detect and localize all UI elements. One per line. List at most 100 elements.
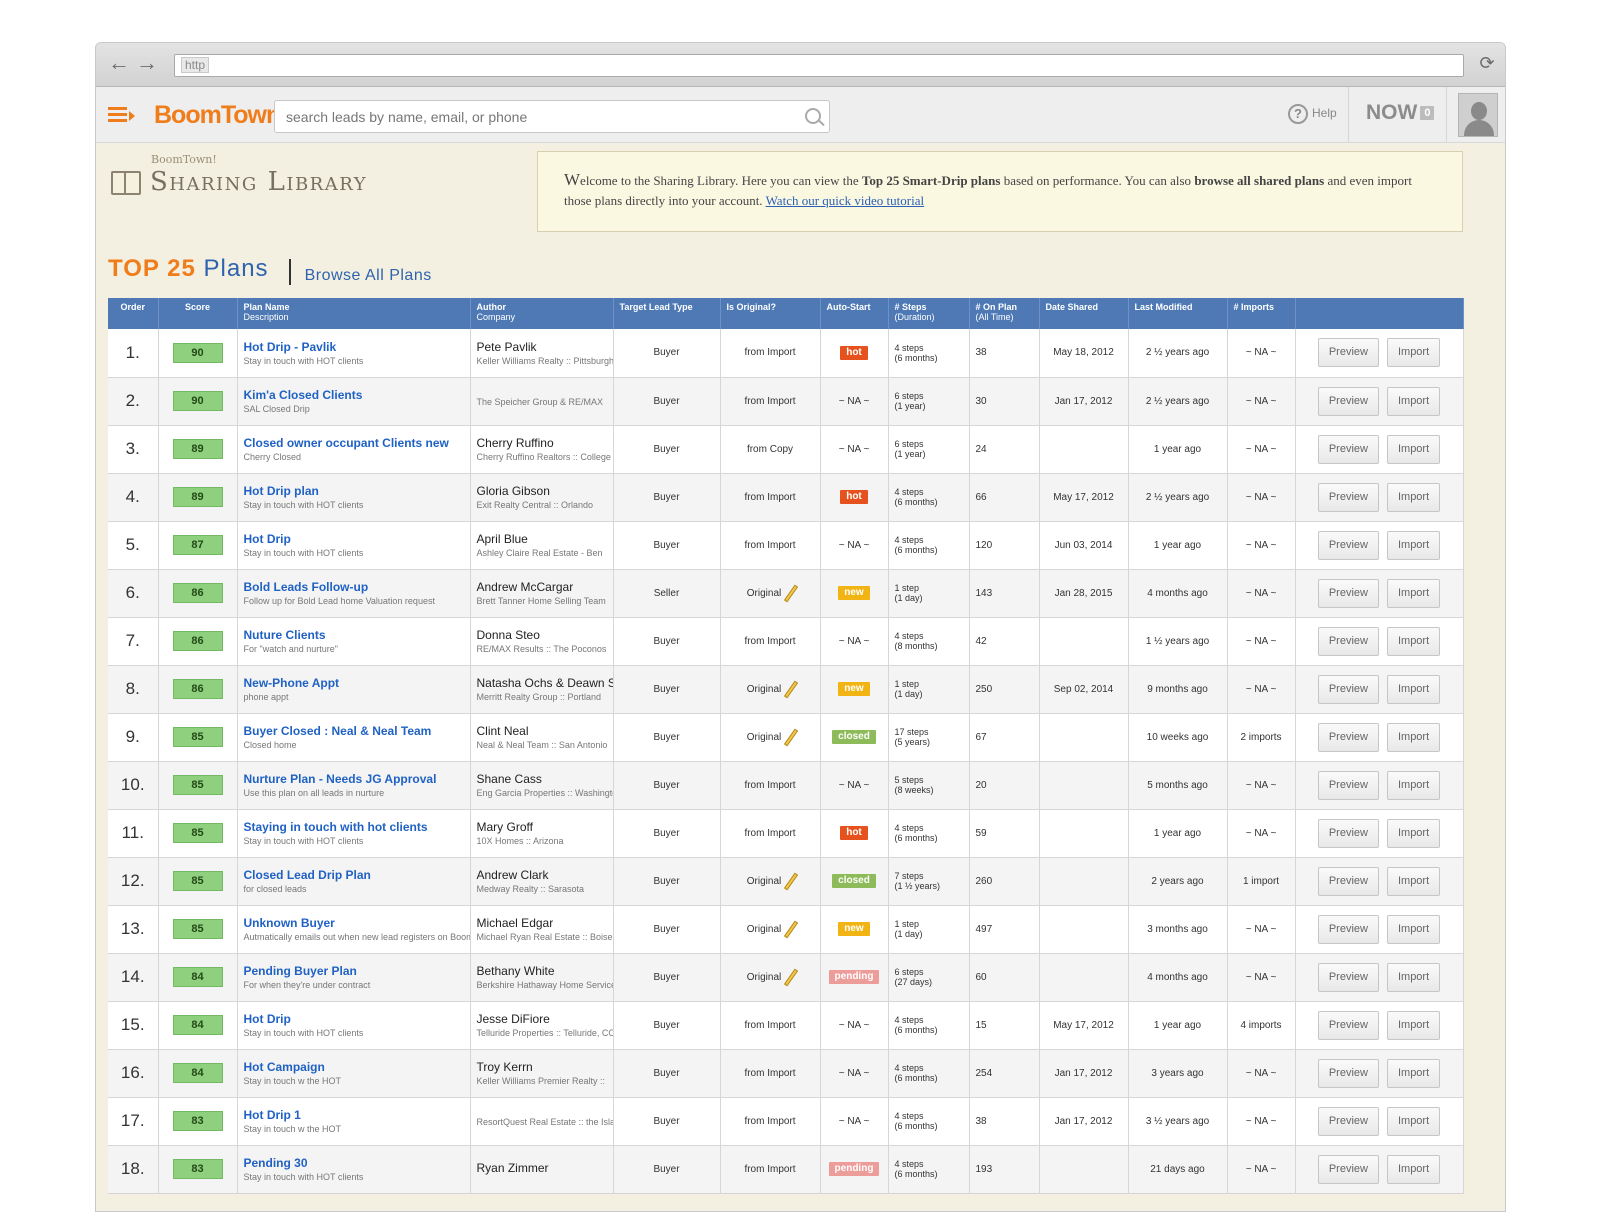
now-button[interactable]: NOW 0 xyxy=(1366,101,1435,125)
original-cell: from Import xyxy=(720,617,821,666)
plan-name-link[interactable]: Hot Campaign xyxy=(244,1060,464,1074)
steps-duration: (1 ½ years) xyxy=(894,881,941,891)
autostart-cell: ~ NA ~ xyxy=(820,377,889,426)
import-button[interactable]: Import xyxy=(1386,722,1441,752)
preview-button[interactable]: Preview xyxy=(1317,530,1379,560)
import-button[interactable]: Import xyxy=(1386,530,1441,560)
plan-name-link[interactable]: Closed Lead Drip Plan xyxy=(244,868,464,882)
preview-button[interactable]: Preview xyxy=(1317,818,1379,848)
plan-cell: Pending 30 Stay in touch with HOT clients xyxy=(237,1145,471,1194)
plan-name-link[interactable]: Pending 30 xyxy=(244,1156,464,1170)
header-company-label: Company xyxy=(476,312,516,322)
imports-cell: ~ NA ~ xyxy=(1227,329,1296,378)
preview-button[interactable]: Preview xyxy=(1317,1058,1379,1088)
preview-button[interactable]: Preview xyxy=(1317,1154,1379,1184)
preview-button[interactable]: Preview xyxy=(1317,482,1379,512)
header-plan-name[interactable]: Plan Name Description xyxy=(237,298,471,329)
header-last-modified[interactable]: Last Modified xyxy=(1128,298,1228,329)
onplan-cell: 15 xyxy=(969,1001,1040,1050)
preview-button[interactable]: Preview xyxy=(1317,962,1379,992)
plan-name-link[interactable]: Kim'a Closed Clients xyxy=(244,388,464,402)
plan-name-link[interactable]: Staying in touch with hot clients xyxy=(244,820,464,834)
onplan-cell: 143 xyxy=(969,569,1040,618)
preview-button[interactable]: Preview xyxy=(1317,1010,1379,1040)
plan-cell: Unknown Buyer Autmatically emails out whe… xyxy=(237,905,471,954)
back-arrow-icon[interactable]: ← xyxy=(108,52,130,75)
imports-cell: 1 import xyxy=(1227,857,1296,906)
tab-top25[interactable]: TOP 25 Plans xyxy=(108,255,269,282)
preview-button[interactable]: Preview xyxy=(1317,578,1379,608)
plan-name-link[interactable]: Unknown Buyer xyxy=(244,916,464,930)
preview-button[interactable]: Preview xyxy=(1317,674,1379,704)
header-target[interactable]: Target Lead Type xyxy=(613,298,721,329)
import-button[interactable]: Import xyxy=(1386,1058,1441,1088)
plan-name-link[interactable]: Buyer Closed : Neal & Neal Team xyxy=(244,724,464,738)
forward-arrow-icon[interactable]: → xyxy=(136,52,158,75)
boomtown-logo[interactable]: BoomTown! xyxy=(154,101,289,130)
pencil-icon xyxy=(784,728,799,746)
preview-button[interactable]: Preview xyxy=(1317,770,1379,800)
import-button[interactable]: Import xyxy=(1386,1154,1441,1184)
import-button[interactable]: Import xyxy=(1386,386,1441,416)
onplan-cell: 30 xyxy=(969,377,1040,426)
menu-toggle-icon[interactable] xyxy=(108,107,136,125)
import-button[interactable]: Import xyxy=(1386,674,1441,704)
preview-button[interactable]: Preview xyxy=(1317,722,1379,752)
autostart-badge: new xyxy=(838,922,870,936)
autostart-cell: closed xyxy=(820,713,889,762)
avatar[interactable] xyxy=(1458,93,1498,137)
video-tutorial-link[interactable]: Watch our quick video tutorial xyxy=(766,193,925,208)
address-bar[interactable]: http xyxy=(174,54,1464,77)
autostart-cell: ~ NA ~ xyxy=(820,761,889,810)
plan-name-link[interactable]: Bold Leads Follow-up xyxy=(244,580,464,594)
plan-name-link[interactable]: Nuture Clients xyxy=(244,628,464,642)
preview-button[interactable]: Preview xyxy=(1317,1106,1379,1136)
preview-button[interactable]: Preview xyxy=(1317,434,1379,464)
plan-name-link[interactable]: Hot Drip plan xyxy=(244,484,464,498)
plan-name-link[interactable]: Hot Drip - Pavlik xyxy=(244,340,464,354)
import-button[interactable]: Import xyxy=(1386,1106,1441,1136)
tab-browse-all[interactable]: Browse All Plans xyxy=(305,267,432,284)
autostart-cell: hot xyxy=(820,809,889,858)
header-order[interactable]: Order xyxy=(108,298,159,329)
preview-button[interactable]: Preview xyxy=(1317,626,1379,656)
plan-name-link[interactable]: Pending Buyer Plan xyxy=(244,964,464,978)
plan-name-link[interactable]: Closed owner occupant Clients new xyxy=(244,436,464,450)
plan-cell: New-Phone Appt phone appt xyxy=(237,665,471,714)
preview-button[interactable]: Preview xyxy=(1317,338,1379,368)
import-button[interactable]: Import xyxy=(1386,914,1441,944)
lead-search-input[interactable]: search leads by name, email, or phone xyxy=(274,100,830,133)
import-button[interactable]: Import xyxy=(1386,818,1441,848)
preview-button[interactable]: Preview xyxy=(1317,386,1379,416)
steps-cell: 4 steps (6 months) xyxy=(888,1001,970,1050)
header-onplan[interactable]: # On Plan (All Time) xyxy=(969,298,1040,329)
header-original[interactable]: Is Original? xyxy=(720,298,821,329)
import-button[interactable]: Import xyxy=(1386,578,1441,608)
import-button[interactable]: Import xyxy=(1386,338,1441,368)
plan-name-link[interactable]: Hot Drip xyxy=(244,1012,464,1026)
preview-button[interactable]: Preview xyxy=(1317,914,1379,944)
import-button[interactable]: Import xyxy=(1386,1010,1441,1040)
header-steps[interactable]: # Steps (Duration) xyxy=(888,298,970,329)
plan-name-link[interactable]: Hot Drip 1 xyxy=(244,1108,464,1122)
header-author[interactable]: Author Company xyxy=(470,298,614,329)
header-score[interactable]: Score xyxy=(158,298,238,329)
header-autostart[interactable]: Auto-Start xyxy=(820,298,889,329)
order-cell: 17. xyxy=(108,1097,159,1146)
header-date-shared[interactable]: Date Shared xyxy=(1039,298,1129,329)
plan-name-link[interactable]: New-Phone Appt xyxy=(244,676,464,690)
import-button[interactable]: Import xyxy=(1386,626,1441,656)
import-button[interactable]: Import xyxy=(1386,770,1441,800)
help-link[interactable]: ? Help xyxy=(1288,104,1337,124)
search-icon[interactable] xyxy=(805,108,821,124)
header-imports[interactable]: # Imports xyxy=(1227,298,1296,329)
import-button[interactable]: Import xyxy=(1386,434,1441,464)
plan-name-link[interactable]: Hot Drip xyxy=(244,532,464,546)
preview-button[interactable]: Preview xyxy=(1317,866,1379,896)
steps-count: 1 step xyxy=(894,919,920,929)
import-button[interactable]: Import xyxy=(1386,482,1441,512)
reload-icon[interactable]: ⟳ xyxy=(1476,53,1498,75)
plan-name-link[interactable]: Nurture Plan - Needs JG Approval xyxy=(244,772,464,786)
import-button[interactable]: Import xyxy=(1386,866,1441,896)
import-button[interactable]: Import xyxy=(1386,962,1441,992)
